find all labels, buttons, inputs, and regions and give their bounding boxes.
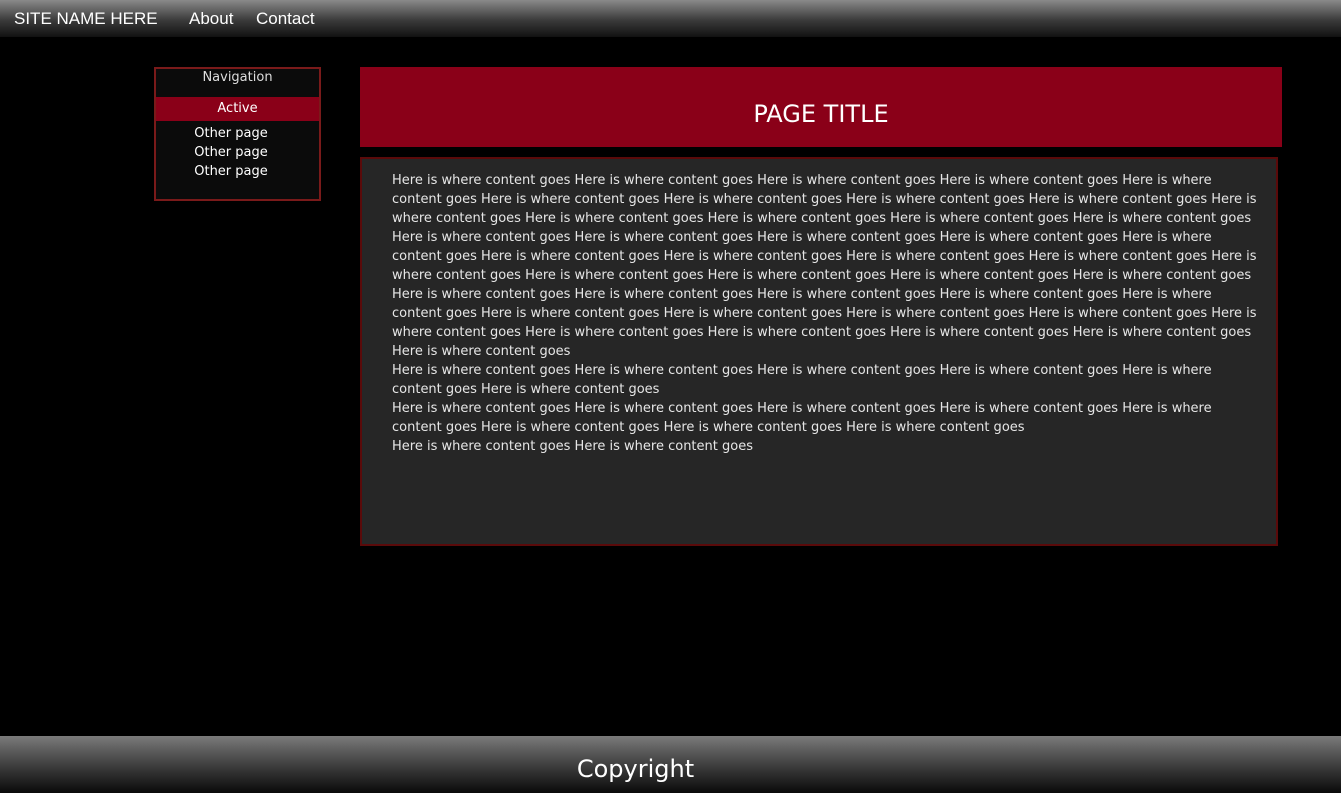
sidebar-item-active[interactable]: Active [156, 97, 319, 121]
footer: Copyright [0, 736, 1341, 793]
page-title: PAGE TITLE [753, 100, 889, 128]
sidebar-item-other-page[interactable]: Other page [156, 143, 306, 162]
content-paragraph: Here is where content goes Here is where… [392, 439, 753, 454]
content-paragraph: Here is where content goes Here is where… [392, 401, 1212, 435]
nav-link-contact[interactable]: Contact [256, 9, 315, 29]
page-title-banner: PAGE TITLE [360, 67, 1282, 147]
content-panel: Here is where content goes Here is where… [360, 157, 1278, 546]
sidebar-title: Navigation [202, 70, 273, 85]
content-paragraph: Here is where content goes Here is where… [392, 363, 1212, 397]
content-paragraph: Here is where content goes Here is where… [392, 173, 1257, 359]
copyright-text: Copyright [576, 755, 695, 783]
site-name[interactable]: SITE NAME HERE [14, 9, 158, 29]
top-navigation-bar: SITE NAME HERE About Contact [0, 0, 1341, 37]
sidebar-item-other-page[interactable]: Other page [156, 124, 306, 143]
content-body: Here is where content goes Here is where… [392, 171, 1262, 456]
nav-link-about[interactable]: About [189, 9, 233, 29]
sidebar-navigation: Navigation Active Other page Other page … [154, 67, 321, 201]
sidebar-item-other-page[interactable]: Other page [156, 162, 306, 181]
